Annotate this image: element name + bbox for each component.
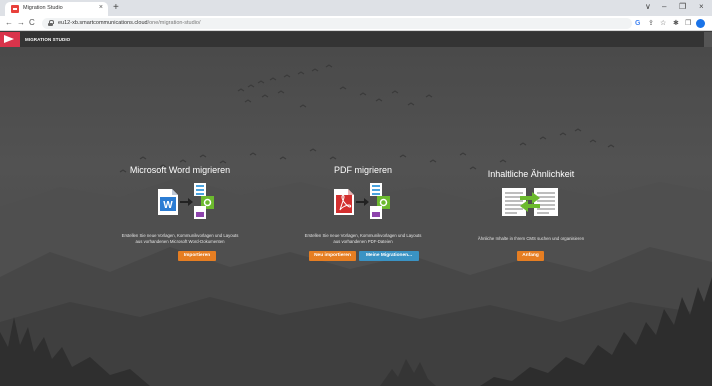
reload-button[interactable]: C <box>29 17 35 29</box>
browser-tab-bar: Migration Studio × + ∨ – ❐ × <box>0 0 712 16</box>
tab-title: Migration Studio <box>23 5 63 11</box>
content-similarity-icon <box>502 188 558 216</box>
card-title: Inhaltliche Ähnlichkeit <box>487 169 575 179</box>
share-icon[interactable]: ⇪ <box>648 19 654 28</box>
card-title: Microsoft Word migrieren <box>129 165 231 175</box>
address-bar[interactable]: eu12-xb.smartcommunications.cloud/one/mi… <box>42 18 632 29</box>
forward-button[interactable]: → <box>17 17 25 29</box>
browser-toolbar: ← → C eu12-xb.smartcommunications.cloud/… <box>0 16 712 31</box>
url-host: eu12-xb.smartcommunications.cloud <box>58 20 148 26</box>
card-description: Erstellen Sie neue Vorlagen, Kommunikvor… <box>100 233 260 245</box>
similarity-start-button[interactable]: Anfang <box>517 251 544 261</box>
minimize-button[interactable]: – <box>662 2 666 12</box>
word-migration-icon: W <box>158 183 214 219</box>
maximize-button[interactable]: ❐ <box>679 2 686 12</box>
back-button[interactable]: ← <box>5 17 13 29</box>
card-title: PDF migrieren <box>333 165 392 175</box>
desc-line-2: aus vorhandenen Microsoft Word-Dokumente… <box>135 239 225 244</box>
card-word-migration: Microsoft Word migrieren W Erstellen Sie… <box>100 47 260 386</box>
extensions-icon[interactable]: ✱ <box>673 19 679 28</box>
app-logo-icon[interactable] <box>0 32 20 47</box>
pdf-new-import-button[interactable]: Neu importieren <box>309 251 356 261</box>
word-import-button[interactable]: Importieren <box>178 251 216 261</box>
url-path: /one/migration-studio/ <box>147 20 201 26</box>
bookmark-star-icon[interactable]: ☆ <box>660 19 666 28</box>
card-content-similarity: Inhaltliche Ähnlichkeit Ähnliche Inhalte… <box>451 47 611 386</box>
pdf-migration-icon <box>334 183 390 219</box>
card-pdf-migration: PDF migrieren Erstellen Sie neue Vorlage… <box>283 47 443 386</box>
word-letter: W <box>163 200 173 211</box>
main-content: Microsoft Word migrieren W Erstellen Sie… <box>0 47 712 386</box>
lock-icon[interactable] <box>48 20 54 26</box>
url-text: eu12-xb.smartcommunications.cloud/one/mi… <box>58 19 200 28</box>
desc-line-2: aus vorhandenen PDF-Dateien <box>333 239 393 244</box>
browser-tab[interactable]: Migration Studio × <box>5 2 108 16</box>
new-tab-button[interactable]: + <box>113 2 119 13</box>
card-description: Erstellen Sie neue Vorlagen, Kommunikvor… <box>283 233 443 245</box>
app-name: MIGRATION STUDIO <box>25 37 71 42</box>
tab-close-icon[interactable]: × <box>99 4 103 12</box>
tab-search-chevron-icon[interactable]: ∨ <box>645 2 651 12</box>
close-window-button[interactable]: × <box>699 2 704 12</box>
pdf-my-migrations-button[interactable]: Meine Migrationen... <box>359 251 419 261</box>
app-header: MIGRATION STUDIO <box>0 32 712 47</box>
header-corner-tab[interactable] <box>704 32 712 47</box>
profile-avatar-icon[interactable] <box>696 19 705 28</box>
desc-line-1: Ähnliche Inhalte in Ihrem CMS suchen und… <box>477 236 585 241</box>
google-icon[interactable]: G <box>635 19 640 28</box>
migration-studio-favicon-icon <box>11 5 19 13</box>
card-description: Ähnliche Inhalte in Ihrem CMS suchen und… <box>451 236 611 242</box>
side-panel-icon[interactable]: ❒ <box>685 19 691 28</box>
